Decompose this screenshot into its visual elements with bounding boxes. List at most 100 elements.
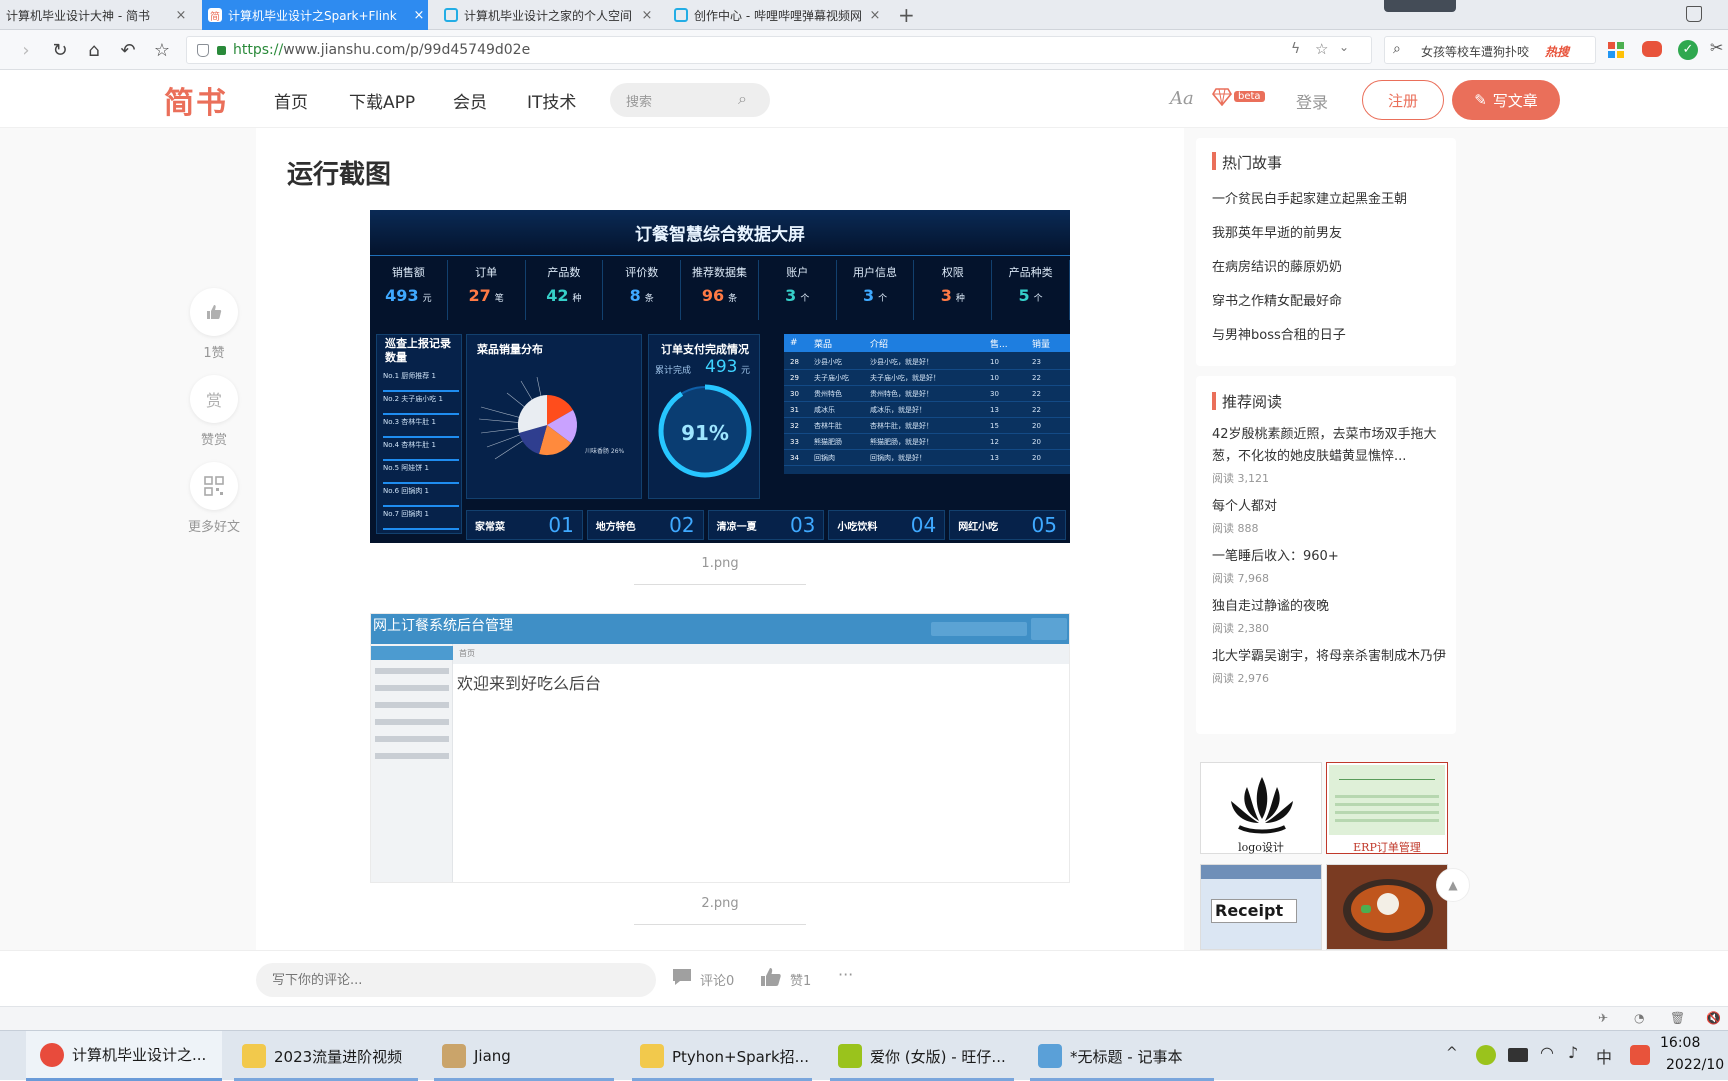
tab-close-icon[interactable]: × <box>866 8 884 23</box>
scissors-icon[interactable]: ✂ <box>1710 38 1723 57</box>
comment-input[interactable] <box>256 963 656 997</box>
admin-menu-item[interactable] <box>375 736 449 742</box>
hot-stories-list: 一介贫民白手起家建立起黑金王朝 我那英年早逝的前男友 在病房结识的藤原奶奶 穿书之作精… <box>1212 188 1448 358</box>
hot-story-link[interactable]: 与男神boss合租的日子 <box>1212 324 1448 358</box>
shirt-skin-icon[interactable] <box>1686 6 1702 22</box>
forward-icon[interactable]: › <box>14 38 38 62</box>
write-article-button[interactable]: ✎ 写文章 <box>1452 80 1560 120</box>
ad-thumb-erp[interactable]: ERP订单管理 <box>1326 762 1448 854</box>
admin-user-menu[interactable] <box>1031 618 1067 640</box>
tray-battery-icon[interactable] <box>1508 1048 1528 1062</box>
admin-menu-item[interactable] <box>375 685 449 691</box>
url-bar[interactable]: https://www.jianshu.com/p/99d45749d02e ϟ… <box>186 36 1372 64</box>
clock-time[interactable]: 16:08 <box>1660 1035 1700 1051</box>
back-to-top-button[interactable]: ▲ <box>1436 868 1470 902</box>
taskbar-app-button[interactable]: 爱你 (女版) - 旺仔... <box>824 1031 1020 1081</box>
lightning-icon[interactable]: ϟ <box>1291 41 1300 57</box>
like-count-bottom[interactable]: 赞1 <box>790 970 811 989</box>
bookmark-star-icon[interactable]: ☆ <box>150 38 174 62</box>
home-icon[interactable]: ⌂ <box>82 38 106 62</box>
font-size-toggle[interactable]: Aa <box>1170 88 1194 109</box>
rocket-icon[interactable]: ✈ <box>1598 1011 1608 1025</box>
taskbar-app-button[interactable]: Ptyhon+Spark招... <box>626 1031 818 1081</box>
taskbar-app-button[interactable]: Jiang <box>428 1031 620 1081</box>
more-options-icon[interactable]: ··· <box>838 965 853 984</box>
browser-tab-3[interactable]: 计算机毕业设计之家的个人空间 × <box>438 0 656 30</box>
favorite-star-icon[interactable]: ☆ <box>1315 40 1328 58</box>
taskbar-app-button[interactable]: 计算机毕业设计之... <box>26 1031 222 1081</box>
register-button[interactable]: 注册 <box>1362 80 1444 120</box>
tray-sogou-icon[interactable] <box>1630 1045 1650 1065</box>
recommended-item-title[interactable]: 独自走过静谧的夜晚 <box>1212 596 1448 618</box>
reload-icon[interactable]: ↻ <box>48 38 72 62</box>
nav-it-tech[interactable]: IT技术 <box>527 88 576 113</box>
diamond-icon[interactable] <box>1212 88 1232 107</box>
recommended-item-title[interactable]: 一笔睡后收入：960+ <box>1212 546 1448 568</box>
recommended-item-title[interactable]: 每个人都对 <box>1212 496 1448 518</box>
nav-home[interactable]: 首页 <box>274 88 308 113</box>
ad-thumb-logo-design[interactable]: logo设计 <box>1200 762 1322 854</box>
hot-story-link[interactable]: 我那英年早逝的前男友 <box>1212 222 1448 256</box>
chevron-down-icon[interactable]: ⌄ <box>1339 40 1349 54</box>
undo-icon[interactable]: ↶ <box>116 38 140 62</box>
recommended-item[interactable]: 42岁殷桃素颜近照，去菜市场双手拖大葱，不化妆的她皮肤蜡黄显憔悴... 阅读 3,… <box>1212 424 1448 486</box>
taskbar-app-button[interactable]: *无标题 - 记事本 <box>1024 1031 1220 1081</box>
bilibili-favicon-icon <box>674 8 688 22</box>
admin-menu-item[interactable] <box>375 702 449 708</box>
browser-tab-4[interactable]: 创作中心 - 哔哩哔哩弹幕视频网 × <box>668 0 884 30</box>
thumbs-up-icon[interactable] <box>760 967 782 987</box>
mute-icon[interactable]: 🔇 <box>1706 1011 1721 1025</box>
new-tab-button[interactable]: + <box>898 3 915 27</box>
qr-code-button[interactable] <box>190 462 238 510</box>
recommended-item[interactable]: 每个人都对阅读 888 <box>1212 496 1448 536</box>
tray-wifi-icon[interactable]: ◠ <box>1540 1043 1554 1062</box>
checkmark-shield-icon[interactable]: ✓ <box>1678 40 1698 60</box>
browser-search-box[interactable]: ⌕ 女孩等校车遭狗扑咬 热搜 <box>1384 36 1596 64</box>
tab-close-icon[interactable]: × <box>638 8 656 23</box>
reward-button[interactable]: 赏 <box>190 375 238 423</box>
comment-icon[interactable] <box>672 968 692 986</box>
nav-download-app[interactable]: 下载APP <box>349 88 415 113</box>
recommended-item-title[interactable]: 42岁殷桃素颜近照，去菜市场双手拖大葱，不化妆的她皮肤蜡黄显憔悴... <box>1212 424 1448 468</box>
browser-tab-1[interactable]: 计算机毕业设计大神 - 简书 × <box>0 0 190 30</box>
clock-date[interactable]: 2022/10 <box>1666 1057 1724 1073</box>
recommended-item[interactable]: 独自走过静谧的夜晚 阅读 2,380 <box>1212 596 1448 636</box>
tab-close-icon[interactable]: × <box>410 8 428 23</box>
recommended-item-reads: 阅读 888 <box>1212 522 1259 535</box>
kpi-cell: 产品数 42 种 <box>526 260 604 320</box>
hot-story-link[interactable]: 穿书之作精女配最好命 <box>1212 290 1448 324</box>
admin-menu-item[interactable] <box>375 719 449 725</box>
nav-membership[interactable]: 会员 <box>453 88 487 113</box>
url-text[interactable]: https://www.jianshu.com/p/99d45749d02e <box>233 42 530 58</box>
admin-menu-item[interactable] <box>375 753 449 759</box>
tab-close-icon[interactable]: × <box>172 8 190 23</box>
search-icon[interactable]: ⌕ <box>738 89 747 109</box>
hot-story-link[interactable]: 在病房结识的藤原奶奶 <box>1212 256 1448 290</box>
apps-grid-icon[interactable] <box>1608 42 1624 58</box>
recommended-item[interactable]: 一笔睡后收入：960+ 阅读 7,968 <box>1212 546 1448 586</box>
like-button[interactable] <box>190 288 238 336</box>
hot-story-link[interactable]: 一介贫民白手起家建立起黑金王朝 <box>1212 188 1448 222</box>
table-row: 29 夫子庙小吃 夫子庙小吃，就是好！ 10 22 <box>784 370 1070 386</box>
site-search-input[interactable]: 搜索 ⌕ <box>610 83 770 117</box>
taskbar-app-button[interactable]: 2023流量进阶视频 <box>228 1031 424 1081</box>
tray-chevron-up-icon[interactable]: ^ <box>1446 1045 1458 1061</box>
category-tabs: 家常菜 01 地方特色 02 清凉一夏 03 小吃饮料 04 网红小吃 05 <box>466 510 1070 540</box>
section-marker <box>1212 392 1216 410</box>
trash-icon[interactable]: 🗑 <box>1670 1011 1685 1025</box>
comment-count[interactable]: 评论0 <box>700 970 734 989</box>
tray-volume-icon[interactable]: ♪ <box>1568 1043 1578 1062</box>
speed-icon[interactable]: ◔ <box>1634 1011 1644 1025</box>
ad-thumb-receipt[interactable]: Receipt <box>1200 864 1322 950</box>
ad-thumb-food[interactable] <box>1326 864 1448 950</box>
jianshu-logo[interactable]: 简书 <box>164 78 228 122</box>
ime-indicator[interactable]: 中 <box>1596 1044 1612 1068</box>
browser-tab-2[interactable]: 简 计算机毕业设计之Spark+Flink × <box>202 0 428 30</box>
recommended-item[interactable]: 北大学霸吴谢宇，将母亲杀害制成木乃伊 阅读 2,976 <box>1212 646 1448 686</box>
window-grip[interactable] <box>1384 0 1456 12</box>
admin-menu-item[interactable] <box>375 668 449 674</box>
gamepad-icon[interactable] <box>1642 41 1662 57</box>
login-link[interactable]: 登录 <box>1296 89 1328 113</box>
tray-music-icon[interactable] <box>1476 1045 1496 1065</box>
recommended-item-title[interactable]: 北大学霸吴谢宇，将母亲杀害制成木乃伊 <box>1212 646 1448 668</box>
